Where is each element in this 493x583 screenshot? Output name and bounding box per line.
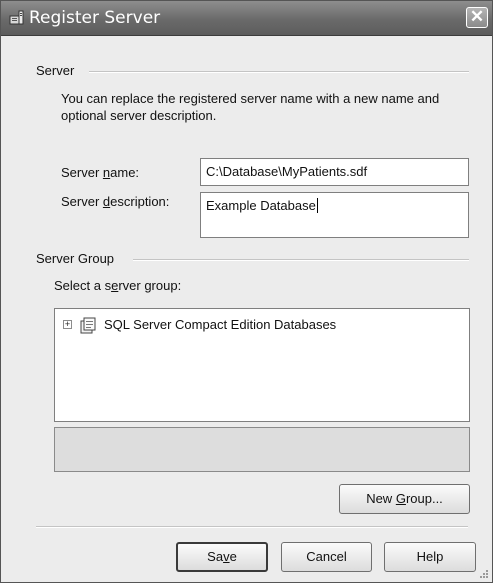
select-server-group-label: Select a server group: — [54, 278, 181, 293]
server-name-label-part: ame: — [110, 165, 140, 180]
register-server-icon — [9, 10, 24, 25]
footer-divider — [36, 526, 468, 528]
close-icon: ✕ — [469, 7, 485, 26]
server-name-value: C:\Database\MyPatients.sdf — [206, 164, 368, 179]
server-description-text: You can replace the registered server na… — [61, 91, 440, 123]
resize-grip-icon[interactable] — [479, 569, 489, 579]
server-name-label: Server name: — [61, 165, 139, 180]
help-button[interactable]: Help — [384, 542, 476, 572]
new-group-button-label-part: roup... — [405, 491, 443, 506]
register-server-dialog: Register Server ✕ Server You can replace… — [0, 0, 493, 583]
new-group-button-accesskey: G — [395, 491, 406, 506]
server-name-label-part: Server — [61, 165, 103, 180]
server-description-value: Example Database — [206, 198, 316, 213]
server-group-section-divider — [133, 259, 469, 261]
cancel-button[interactable]: Cancel — [281, 542, 372, 572]
title-bar[interactable]: Register Server ✕ — [1, 1, 492, 36]
tree-node-label[interactable]: SQL Server Compact Edition Databases — [104, 317, 336, 332]
server-section-divider — [89, 71, 469, 73]
server-group-section-heading: Server Group — [36, 251, 121, 266]
new-group-button[interactable]: New Group... — [339, 484, 470, 514]
server-description-label-part: Server — [61, 194, 103, 209]
server-section-heading: Server — [36, 63, 81, 78]
select-server-group-label-part: rver group: — [118, 278, 182, 293]
server-group-icon — [80, 317, 96, 334]
server-description-label: Server description: — [61, 194, 169, 209]
save-button-label-part: e — [229, 549, 237, 564]
server-group-tree[interactable]: + SQL Server Compact Edition Databases — [54, 308, 470, 422]
text-caret — [316, 198, 318, 213]
select-server-group-label-part: Select a s — [54, 278, 112, 293]
close-button[interactable]: ✕ — [466, 7, 488, 28]
save-button[interactable]: Save — [176, 542, 268, 572]
server-description-input[interactable]: Example Database — [200, 192, 469, 238]
save-button-label-part: Sa — [207, 549, 224, 564]
server-name-input[interactable]: C:\Database\MyPatients.sdf — [200, 158, 469, 186]
new-group-button-label-part: New — [366, 491, 396, 506]
group-info-panel — [54, 427, 470, 472]
window-title: Register Server — [29, 8, 161, 28]
server-description-label-part: escription: — [110, 194, 170, 209]
expand-icon[interactable]: + — [63, 320, 72, 329]
